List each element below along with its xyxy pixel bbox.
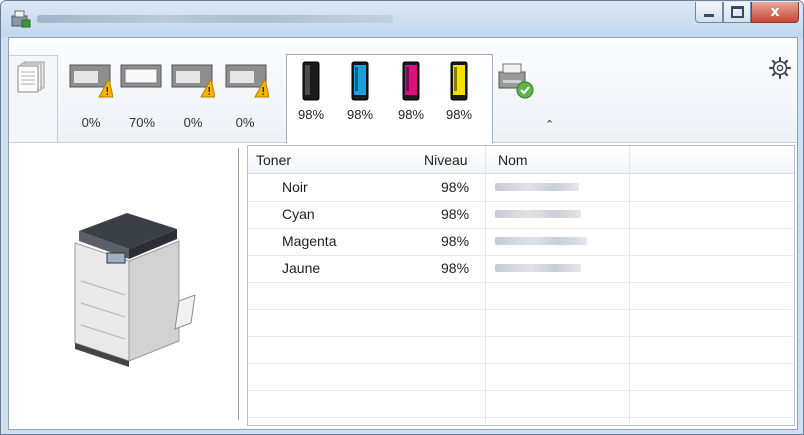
toner-tab[interactable]: 98% 98% 98% 98% <box>286 54 493 143</box>
status-monitor-window: x ! 0% 70% ! 0% ! 0% 98% 98% 98% 98% ⌃ T… <box>0 0 804 435</box>
svg-text:!: ! <box>105 85 109 98</box>
cell-name-redacted <box>495 237 587 245</box>
empty-row <box>248 282 794 310</box>
cell-name-redacted <box>495 210 581 218</box>
minimize-icon <box>704 13 714 17</box>
empty-row <box>248 309 794 337</box>
tray-level: 70% <box>128 115 156 130</box>
table-header: Toner Niveau Nom <box>248 146 794 174</box>
empty-row <box>248 336 794 364</box>
title-bar[interactable]: x <box>1 1 803 37</box>
cell-name-redacted <box>495 264 581 272</box>
tray-level: 0% <box>81 115 101 130</box>
status-toolbar: ! 0% 70% ! 0% ! 0% 98% 98% 98% 98% ⌃ <box>9 38 797 143</box>
cell-toner: Magenta <box>282 233 337 249</box>
multifunction-printer-image <box>74 213 196 367</box>
tray-level: 0% <box>183 115 203 130</box>
table-row[interactable]: Noir 98% <box>248 174 794 202</box>
cell-level: 98% <box>441 260 470 276</box>
toner-level: 98% <box>346 107 374 122</box>
pane-splitter[interactable] <box>238 148 239 420</box>
empty-row <box>248 390 794 418</box>
printer-app-icon <box>11 10 31 28</box>
column-header-level[interactable]: Niveau <box>424 152 468 168</box>
client-area: ! 0% 70% ! 0% ! 0% 98% 98% 98% 98% ⌃ Ton… <box>8 37 798 430</box>
toner-cartridge-icon <box>302 61 320 101</box>
cell-level: 98% <box>441 179 470 195</box>
table-row[interactable]: Jaune 98% <box>248 255 794 283</box>
cell-level: 98% <box>441 233 470 249</box>
cell-level: 98% <box>441 206 470 222</box>
document-stack-icon <box>17 61 45 93</box>
table-row[interactable]: Magenta 98% <box>248 228 794 256</box>
maximize-icon <box>730 6 744 18</box>
empty-row <box>248 363 794 391</box>
cell-toner: Noir <box>282 179 308 195</box>
printer-status-ok-icon[interactable] <box>495 60 537 100</box>
tray-icon <box>120 64 162 88</box>
column-header-name[interactable]: Nom <box>498 152 528 168</box>
cell-toner: Jaune <box>282 260 321 276</box>
table-row[interactable]: Cyan 98% <box>248 201 794 229</box>
maximize-button[interactable] <box>723 2 751 23</box>
cell-name-redacted <box>495 183 579 191</box>
close-icon: x <box>770 4 780 20</box>
toner-level: 98% <box>397 107 425 122</box>
close-button[interactable]: x <box>751 2 799 23</box>
tray-warning-icon: ! <box>69 64 113 98</box>
toner-cartridge-icon <box>450 61 468 101</box>
toner-cartridge-icon <box>402 61 420 101</box>
job-list-button[interactable] <box>9 55 58 143</box>
gear-icon[interactable] <box>768 56 792 80</box>
tray-warning-icon: ! <box>225 64 269 98</box>
svg-text:!: ! <box>261 85 265 98</box>
toner-cartridge-icon <box>351 61 369 101</box>
tray-warning-icon: ! <box>171 64 215 98</box>
column-header-toner[interactable]: Toner <box>256 152 291 168</box>
device-image-pane <box>9 143 238 429</box>
paper-trays: ! 0% 70% ! 0% ! 0% <box>65 55 287 141</box>
tray-level: 0% <box>235 115 255 130</box>
chevron-up-icon[interactable]: ⌃ <box>545 118 554 131</box>
toner-level: 98% <box>297 107 325 122</box>
window-title-redacted <box>37 15 393 23</box>
toner-level: 98% <box>445 107 473 122</box>
cell-toner: Cyan <box>282 206 315 222</box>
svg-text:!: ! <box>207 85 211 98</box>
toner-table: Toner Niveau Nom Noir 98% Cyan 98% Magen… <box>247 145 795 426</box>
minimize-button[interactable] <box>695 2 723 23</box>
